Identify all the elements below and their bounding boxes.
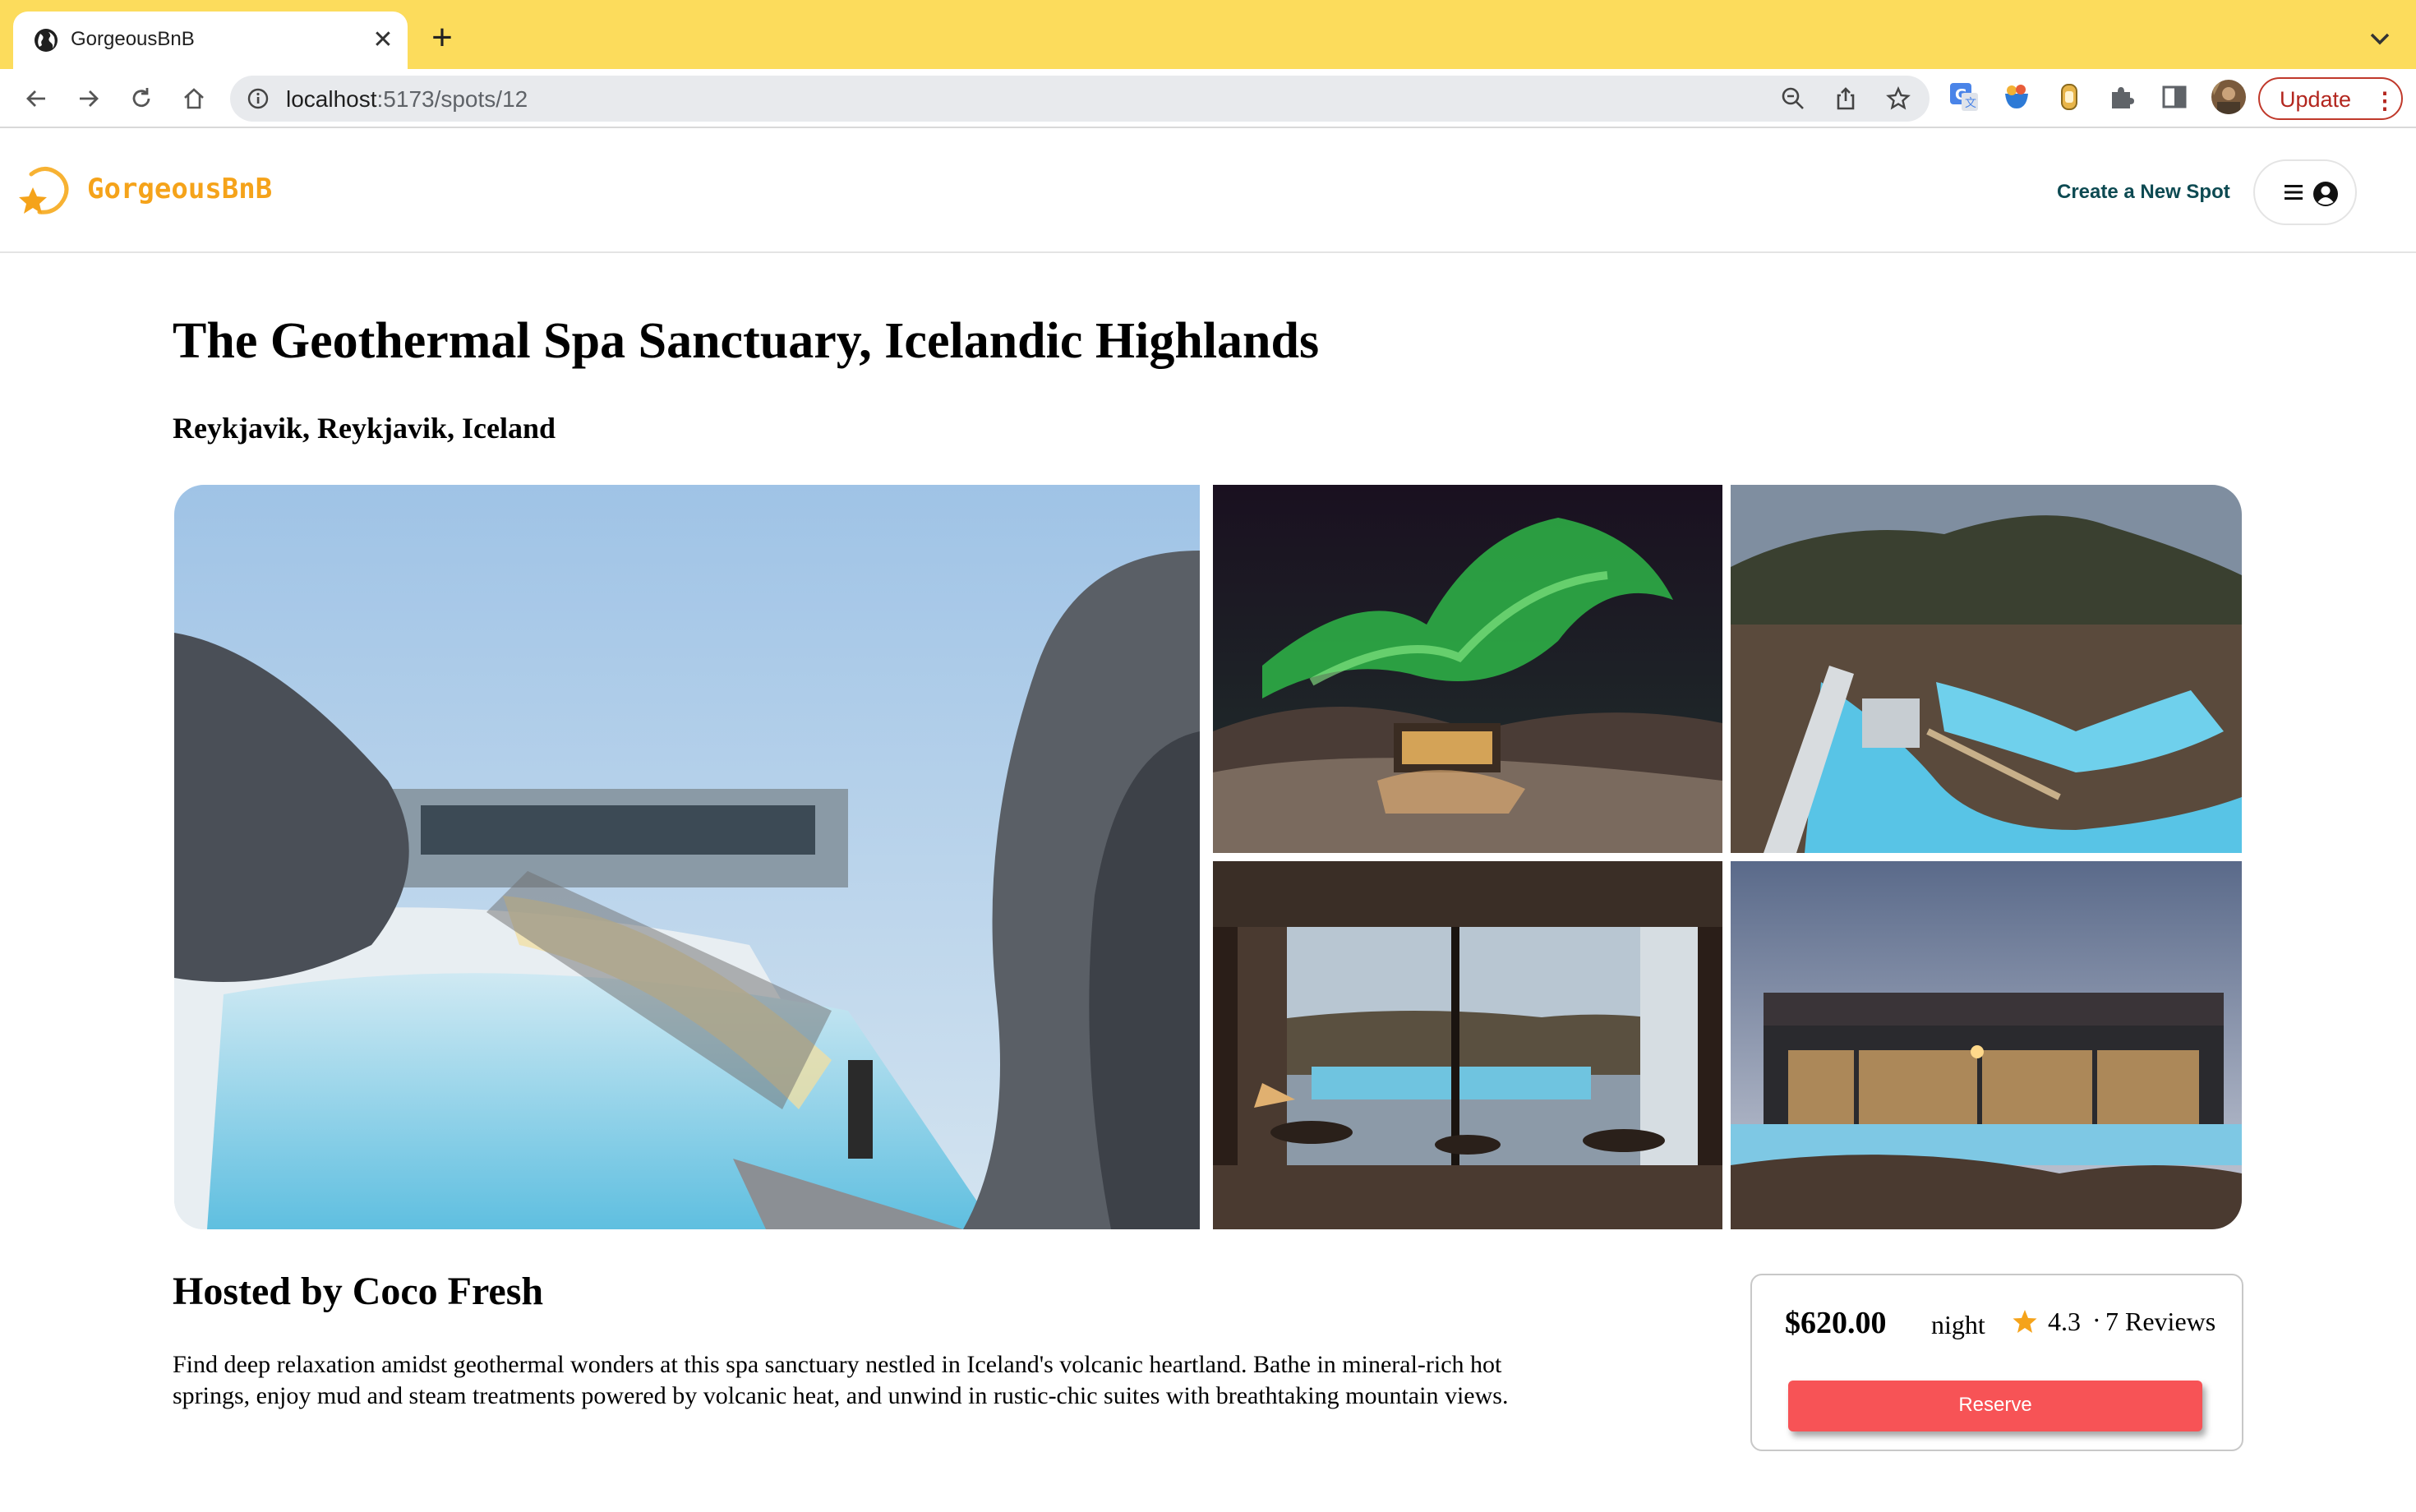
zoom-icon[interactable] bbox=[1780, 85, 1806, 112]
spot-title: The Geothermal Spa Sanctuary, Icelandic … bbox=[173, 313, 1320, 369]
exterior-photo[interactable] bbox=[1731, 861, 2242, 1229]
host-heading: Hosted by Coco Fresh bbox=[173, 1270, 544, 1313]
price-unit: night bbox=[1931, 1310, 1985, 1339]
reserve-label: Reserve bbox=[1958, 1394, 2032, 1416]
extension-jar-icon[interactable] bbox=[2053, 81, 2086, 113]
url-path: :5173/spots/12 bbox=[376, 86, 528, 112]
globe-icon bbox=[35, 29, 58, 52]
more-icon[interactable]: ⋮ bbox=[2373, 87, 2396, 114]
user-icon bbox=[2313, 182, 2338, 206]
info-icon[interactable] bbox=[247, 87, 270, 110]
plus-icon[interactable]: + bbox=[426, 17, 459, 58]
sidepanel-icon[interactable] bbox=[2158, 81, 2191, 113]
update-label: Update bbox=[2280, 87, 2352, 112]
walkway-photo[interactable] bbox=[1731, 485, 2242, 853]
browser-tabstrip: GorgeousBnB ✕ + bbox=[0, 0, 2416, 69]
logo-star-icon[interactable] bbox=[15, 163, 74, 222]
spot-description: Find deep relaxation amidst geothermal w… bbox=[173, 1351, 1509, 1409]
chevron-down-icon[interactable] bbox=[2363, 26, 2396, 53]
share-icon[interactable] bbox=[1833, 85, 1859, 112]
profile-menu-button[interactable] bbox=[2253, 159, 2357, 225]
svg-text:文: 文 bbox=[1965, 97, 1976, 110]
address-bar[interactable]: localhost:5173/spots/12 bbox=[230, 76, 1930, 122]
create-spot-link[interactable]: Create a New Spot bbox=[2057, 181, 2230, 204]
aurora-photo[interactable] bbox=[1213, 485, 1722, 853]
reserve-button[interactable]: Reserve bbox=[1788, 1381, 2202, 1431]
browser-tab[interactable]: GorgeousBnB ✕ bbox=[13, 12, 408, 69]
review-count: 7 Reviews bbox=[2105, 1307, 2216, 1336]
puzzle-icon[interactable] bbox=[2105, 81, 2138, 113]
brand-name[interactable]: GorgeousBnB bbox=[87, 173, 272, 205]
booking-callout: $620.00 night 4.3 · 7 Reviews Reserve bbox=[1750, 1274, 2243, 1451]
url-host: localhost bbox=[286, 86, 377, 112]
photo-gallery bbox=[174, 485, 2242, 1229]
home-icon[interactable] bbox=[176, 81, 212, 117]
reload-icon[interactable] bbox=[123, 81, 159, 117]
back-icon[interactable] bbox=[18, 81, 54, 117]
spot-location: Reykjavik, Reykjavik, Iceland bbox=[173, 412, 556, 445]
extension-bowl-icon[interactable] bbox=[2000, 81, 2033, 113]
update-button[interactable]: Update ⋮ bbox=[2258, 77, 2403, 120]
star-icon bbox=[2013, 1310, 2037, 1333]
forward-icon[interactable] bbox=[71, 81, 107, 117]
rating-value: 4.3 bbox=[2048, 1307, 2081, 1336]
app-header: GorgeousBnB Create a New Spot bbox=[0, 130, 2416, 253]
url-text: localhost:5173/spots/12 bbox=[286, 86, 528, 113]
price: $620.00 bbox=[1785, 1306, 1887, 1340]
main-photo[interactable] bbox=[174, 485, 1200, 1229]
tab-title: GorgeousBnB bbox=[71, 28, 195, 50]
browser-toolbar: localhost:5173/spots/12 G 文 bbox=[0, 69, 2416, 128]
rating-separator: · bbox=[2092, 1305, 2101, 1335]
hamburger-icon bbox=[2285, 185, 2303, 200]
lounge-photo[interactable] bbox=[1213, 861, 1722, 1229]
close-icon[interactable]: ✕ bbox=[368, 25, 398, 54]
bookmark-star-icon[interactable] bbox=[1885, 85, 1911, 112]
translate-extension-icon[interactable]: G 文 bbox=[1948, 81, 1980, 113]
profile-avatar[interactable] bbox=[2211, 79, 2247, 115]
